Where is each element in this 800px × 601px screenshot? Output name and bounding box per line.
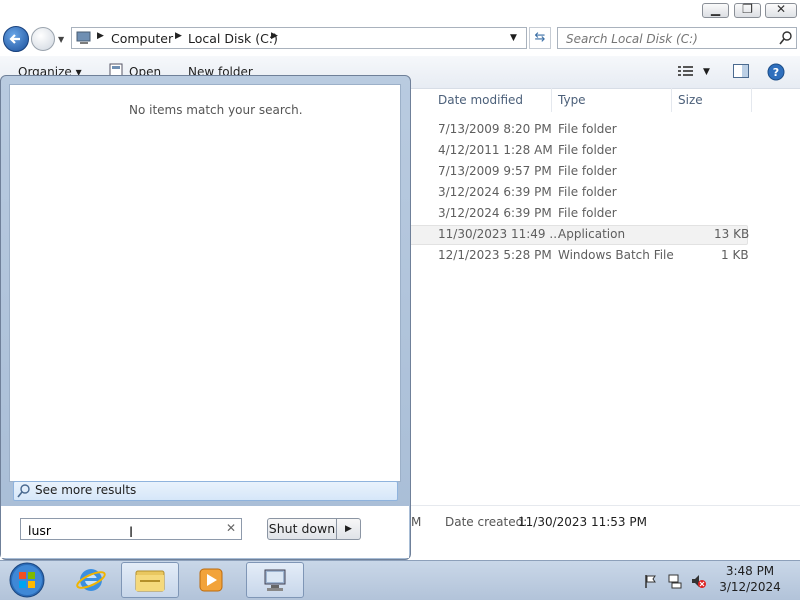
no-results-message: No items match your search.: [129, 103, 303, 117]
see-more-results-label[interactable]: See more results: [35, 483, 136, 497]
preview-pane-icon[interactable]: [733, 64, 749, 81]
media-player-icon: [199, 568, 223, 592]
clock-date: 3/12/2024: [719, 580, 781, 594]
action-center-flag-icon[interactable]: [643, 573, 659, 592]
column-header-date-modified[interactable]: Date modified: [438, 93, 523, 107]
text-cursor-icon: I: [129, 525, 134, 541]
breadcrumb-separator-icon[interactable]: ▶: [271, 31, 278, 41]
clear-search-icon[interactable]: ✕: [226, 521, 236, 535]
breadcrumb-local-disk[interactable]: Local Disk (C:): [188, 31, 278, 46]
date-created-value: 11/30/2023 11:53 PM: [518, 515, 647, 529]
title-bar: [0, 0, 800, 24]
forward-button[interactable]: [31, 27, 55, 51]
back-arrow-icon: [9, 34, 20, 44]
start-search-input[interactable]: [26, 520, 220, 540]
taskbar-internet-explorer[interactable]: [62, 562, 120, 598]
breadcrumb-separator-icon[interactable]: ▶: [175, 31, 182, 41]
search-results-panel: [9, 84, 401, 482]
back-button[interactable]: [3, 26, 29, 52]
clock-time: 3:48 PM: [725, 564, 775, 578]
file-date-modified: 3/12/2024 6:39 PM: [438, 206, 552, 220]
file-date-modified: 4/12/2011 1:28 AM: [438, 143, 553, 157]
taskbar-network-app[interactable]: [246, 562, 304, 598]
minimize-icon: ▁: [710, 2, 721, 16]
maximize-button[interactable]: ❐: [734, 2, 761, 18]
file-date-modified: 12/1/2023 5:28 PM: [438, 248, 552, 262]
network-computer-icon: [264, 569, 286, 591]
view-options-dropdown-icon[interactable]: ▼: [703, 67, 710, 77]
file-size: 1 KB: [721, 248, 749, 262]
column-divider[interactable]: [671, 88, 672, 112]
file-date-modified: 7/13/2009 9:57 PM: [438, 164, 552, 178]
file-type: File folder: [558, 164, 617, 178]
breadcrumb-computer[interactable]: Computer: [111, 31, 173, 46]
search-box[interactable]: [557, 27, 797, 49]
file-date-modified: 3/12/2024 6:39 PM: [438, 185, 552, 199]
network-status-icon[interactable]: [667, 573, 683, 592]
start-button[interactable]: [8, 562, 46, 601]
file-type: Windows Batch File: [558, 248, 674, 262]
file-size: 13 KB: [714, 227, 750, 241]
details-pane: [408, 505, 800, 561]
refresh-icon: ⇆: [534, 30, 546, 45]
search-input[interactable]: [564, 29, 778, 49]
close-button[interactable]: ✕: [765, 2, 797, 18]
taskbar-media-player[interactable]: [183, 562, 241, 598]
computer-icon: [75, 30, 93, 49]
search-icon[interactable]: [779, 30, 793, 49]
details-truncated-text: M: [411, 515, 422, 529]
file-type: Application: [558, 227, 626, 241]
file-type: File folder: [558, 185, 617, 199]
svg-text:?: ?: [773, 66, 779, 79]
column-divider[interactable]: [751, 88, 752, 112]
maximize-icon: ❐: [742, 2, 753, 16]
shut-down-options-button[interactable]: ▶: [337, 518, 361, 540]
minimize-button[interactable]: ▁: [702, 2, 729, 18]
file-type: File folder: [558, 206, 617, 220]
file-type: File folder: [558, 122, 617, 136]
system-clock[interactable]: 3:48 PM 3/12/2024: [716, 564, 784, 594]
breadcrumb-separator-icon[interactable]: ▶: [97, 31, 104, 41]
taskbar-windows-explorer[interactable]: [121, 562, 179, 598]
help-icon[interactable]: ?: [767, 63, 785, 84]
folder-icon: [135, 570, 165, 592]
file-date-modified: 7/13/2009 8:20 PM: [438, 122, 552, 136]
column-header-type[interactable]: Type: [558, 93, 586, 107]
close-icon: ✕: [775, 2, 787, 16]
column-divider[interactable]: [551, 88, 552, 112]
address-dropdown-icon[interactable]: ▼: [510, 33, 517, 43]
search-icon: [16, 483, 32, 502]
change-view-icon[interactable]: [678, 65, 694, 80]
file-type: File folder: [558, 143, 617, 157]
column-header-size[interactable]: Size: [678, 93, 703, 107]
volume-muted-icon[interactable]: [690, 573, 706, 592]
refresh-button[interactable]: ⇆: [529, 27, 551, 49]
recent-pages-dropdown-icon[interactable]: ▼: [58, 35, 64, 44]
date-created-label: Date created:: [445, 515, 528, 529]
windows-logo-icon: [9, 562, 45, 598]
shut-down-button[interactable]: Shut down: [267, 518, 337, 540]
file-date-modified: 11/30/2023 11:49 ...: [438, 227, 561, 241]
internet-explorer-icon: [76, 569, 106, 591]
